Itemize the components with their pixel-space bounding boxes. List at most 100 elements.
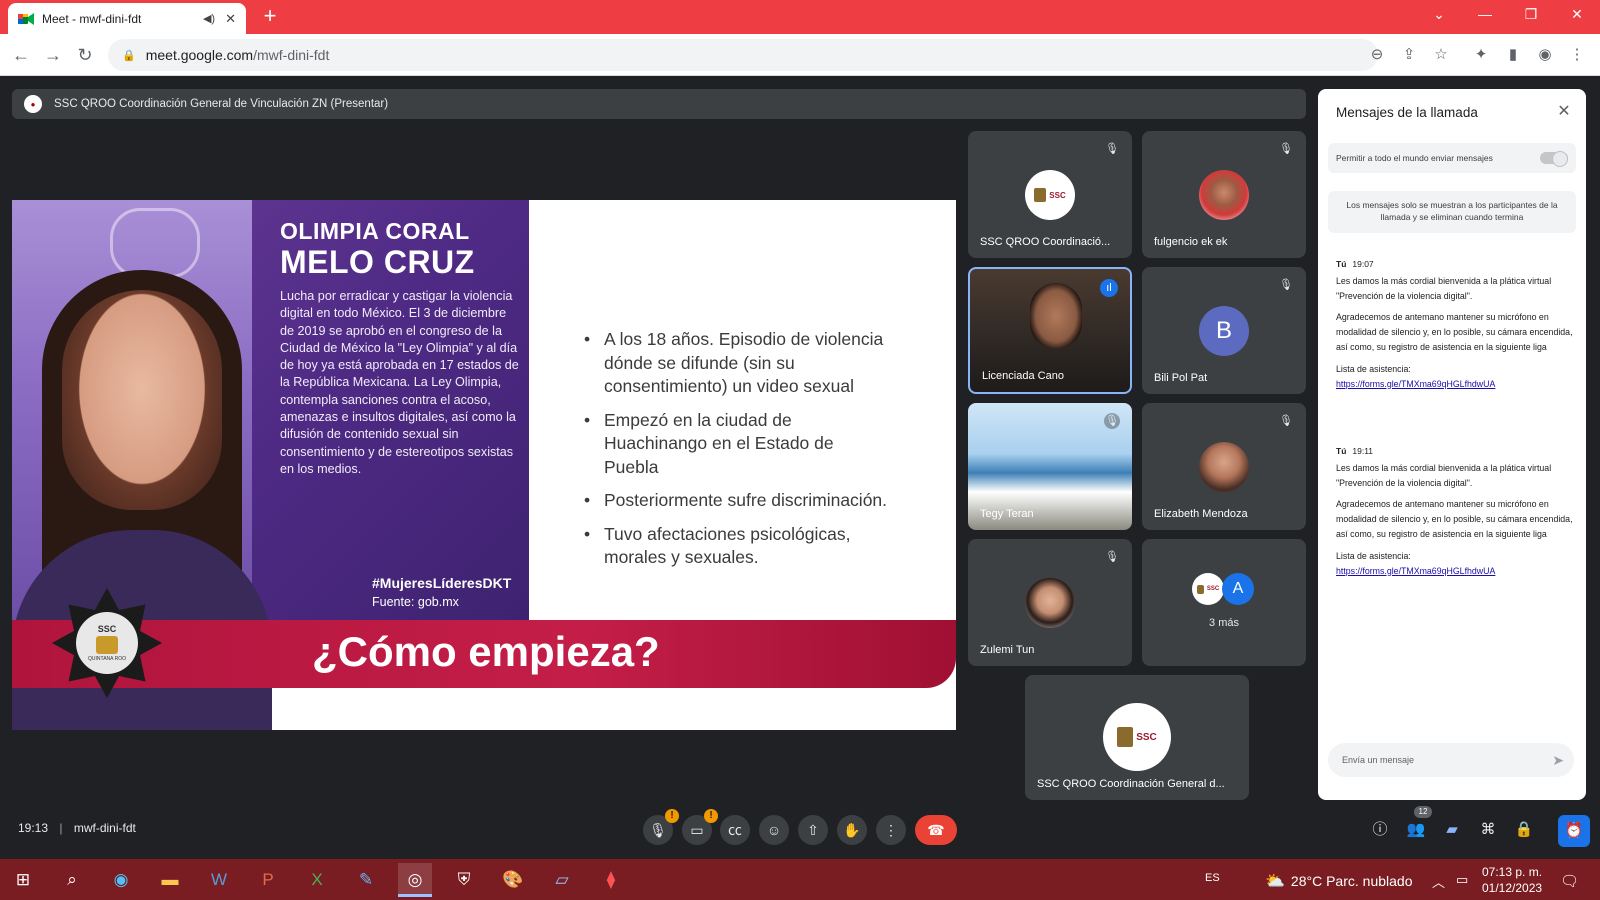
extensions-icon[interactable]: ✦ [1472,46,1490,64]
close-icon[interactable]: ✕ [1554,101,1574,121]
chat-permission-label: Permitir a todo el mundo enviar mensajes [1336,153,1493,163]
info-icon[interactable]: ⓘ [1368,818,1392,842]
browser-tab-meet[interactable]: Meet - mwf-dini-fdt ◀) ✕ [8,3,246,34]
participant-initial-avatar: A [1222,573,1254,605]
address-bar[interactable]: 🔒 meet.google.com/mwf-dini-fdt [108,39,1378,71]
app-icon[interactable]: ✎ [349,863,383,897]
badge-seal: SSC QUINTANA ROO [76,612,138,674]
activities-icon[interactable]: ⌘ [1476,818,1500,842]
share-icon[interactable]: ⇪ [1400,46,1418,64]
mic-off-icon: 🎙︎ [1279,279,1293,291]
participant-avatar [1199,442,1249,492]
mic-off-icon: 🎙︎ [1279,415,1293,427]
star-icon[interactable]: ☆ [1432,46,1450,64]
slide-bullet: A los 18 años. Episodio de violencia dón… [582,328,892,399]
file-explorer-icon[interactable]: ▬ [153,863,187,897]
chat-notice: Los mensajes solo se muestran a los part… [1328,191,1576,233]
mic-off-icon: 🎙︎ [1105,551,1119,563]
attendance-link[interactable]: https://forms.gle/TMXma69qHGLfhdwUA [1336,379,1495,389]
participant-tile-self[interactable]: SSC SSC QROO Coordinación General d... [1025,675,1249,800]
url-path: /mwf-dini-fdt [253,47,330,63]
notes-icon[interactable]: ▱ [545,863,579,897]
chat-input[interactable]: Envía un mensaje ➤ [1328,743,1574,777]
chat-permission-toggle[interactable] [1540,151,1568,167]
tab-audio-icon[interactable]: ◀) [203,12,215,25]
language-indicator[interactable]: ES [1205,872,1220,884]
participant-tile-overflow[interactable]: SSC A 3 más [1142,539,1306,666]
slide-bullet: Empezó en la ciudad de Huachinango en el… [582,409,892,480]
slide-bio: Lucha por erradicar y castigar la violen… [280,289,519,476]
message-text: Agradecemos de antemano mantener su micr… [1336,312,1573,352]
more-icon[interactable]: ⋮ [876,815,906,845]
message-text: Lista de asistencia: [1336,363,1411,374]
chrome-icon[interactable]: ◎ [398,863,432,897]
participant-name: fulgencio ek ek [1154,236,1228,248]
taskbar-clock[interactable]: 07:13 p. m. 01/12/2023 [1482,864,1542,896]
restore-button[interactable]: ❐ [1516,6,1546,23]
participant-tile[interactable]: 🎙︎ Tegy Teran [968,403,1132,530]
hand-icon[interactable]: ✋ [837,815,867,845]
slide-source: Fuente: gob.mx [372,595,459,609]
participant-tile[interactable]: 🎙︎ fulgencio ek ek [1142,131,1306,258]
attendance-link[interactable]: https://forms.gle/TMXma69qHGLfhdwUA [1336,566,1495,576]
present-icon[interactable]: ⇧ [798,815,828,845]
minimize-button[interactable]: — [1470,6,1500,22]
security-icon[interactable]: ⛨ [447,863,481,897]
chat-title: Mensajes de la llamada [1336,105,1478,120]
network-icon[interactable]: ▭ [1456,872,1468,888]
reload-icon[interactable]: ↻ [74,44,96,66]
new-tab-button[interactable]: + [258,5,282,29]
participant-tile-speaking[interactable]: ıl Licenciada Cano [968,267,1132,394]
people-icon[interactable]: 👥 [1404,818,1428,842]
mic-off-icon[interactable]: 🎙︎! [643,809,679,845]
participant-name: SSC QROO Coordinación General d... [1037,778,1225,790]
participant-tile[interactable]: B 🎙︎ Bili Pol Pat [1142,267,1306,394]
emoji-icon[interactable]: ☺ [759,815,789,845]
participant-avatar [1025,578,1075,628]
notifications-icon[interactable]: 🗨 [1560,872,1579,890]
chat-bubble-icon [110,208,200,278]
ssc-logo-avatar: SSC [1025,170,1075,220]
acrobat-icon[interactable]: ⧫ [594,863,628,897]
activity-icon[interactable]: ⏰ [1558,815,1590,847]
hangup-icon[interactable]: ☎ [915,815,957,845]
menu-icon[interactable]: ⋮ [1568,46,1586,64]
presenter-avatar: ● [24,95,42,113]
participant-tile[interactable]: 🎙︎ Elizabeth Mendoza [1142,403,1306,530]
participant-avatar [1199,170,1249,220]
profile-icon[interactable]: ◉ [1536,46,1554,64]
camera-off-icon[interactable]: ▭! [682,809,718,845]
mic-off-icon: 🎙︎ [1279,143,1293,155]
word-icon[interactable]: W [202,863,236,897]
edge-icon[interactable]: ◉ [104,863,138,897]
chat-icon[interactable]: ▰ [1440,818,1464,842]
powerpoint-icon[interactable]: P [251,863,285,897]
tab-search-icon[interactable]: ⌄ [1424,6,1454,23]
chat-panel: Mensajes de la llamada ✕ Permitir a todo… [1318,89,1586,800]
zoom-icon[interactable]: ⊖ [1368,46,1386,64]
sidepanel-icon[interactable]: ▮ [1504,46,1522,64]
lock-icon[interactable]: 🔒 [122,49,136,62]
send-icon[interactable]: ➤ [1552,752,1564,769]
browser-toolbar: ← → ↻ 🔒 meet.google.com/mwf-dini-fdt ⊖ ⇪… [0,34,1600,76]
meeting-info: 19:13 | mwf-dini-fdt [18,821,136,835]
windows-start-icon[interactable]: ⊞ [6,863,40,897]
close-window-button[interactable]: ✕ [1562,6,1592,23]
participant-tile[interactable]: 🎙︎ Zulemi Tun [968,539,1132,666]
tab-close-icon[interactable]: ✕ [225,11,236,27]
captions-icon[interactable]: ㏄ [720,815,750,845]
back-icon[interactable]: ← [10,44,32,66]
participant-name: Zulemi Tun [980,644,1035,656]
participant-tile[interactable]: SSC 🎙︎ SSC QROO Coordinació... [968,131,1132,258]
portrait-face [62,290,222,510]
meeting-time: 19:13 [18,821,49,835]
excel-icon[interactable]: X [300,863,334,897]
tray-chevron-icon[interactable]: ︿ [1432,872,1445,891]
forward-icon[interactable]: → [42,44,64,66]
host-controls-icon[interactable]: 🔒 [1512,818,1536,842]
search-icon[interactable]: ⌕ [55,863,89,897]
weather-widget[interactable]: ⛅ 28°C Parc. nublado [1265,871,1413,891]
participant-count-badge: 12 [1414,806,1432,818]
clock-time: 07:13 p. m. [1482,865,1543,879]
paint-icon[interactable]: 🎨 [496,863,530,897]
